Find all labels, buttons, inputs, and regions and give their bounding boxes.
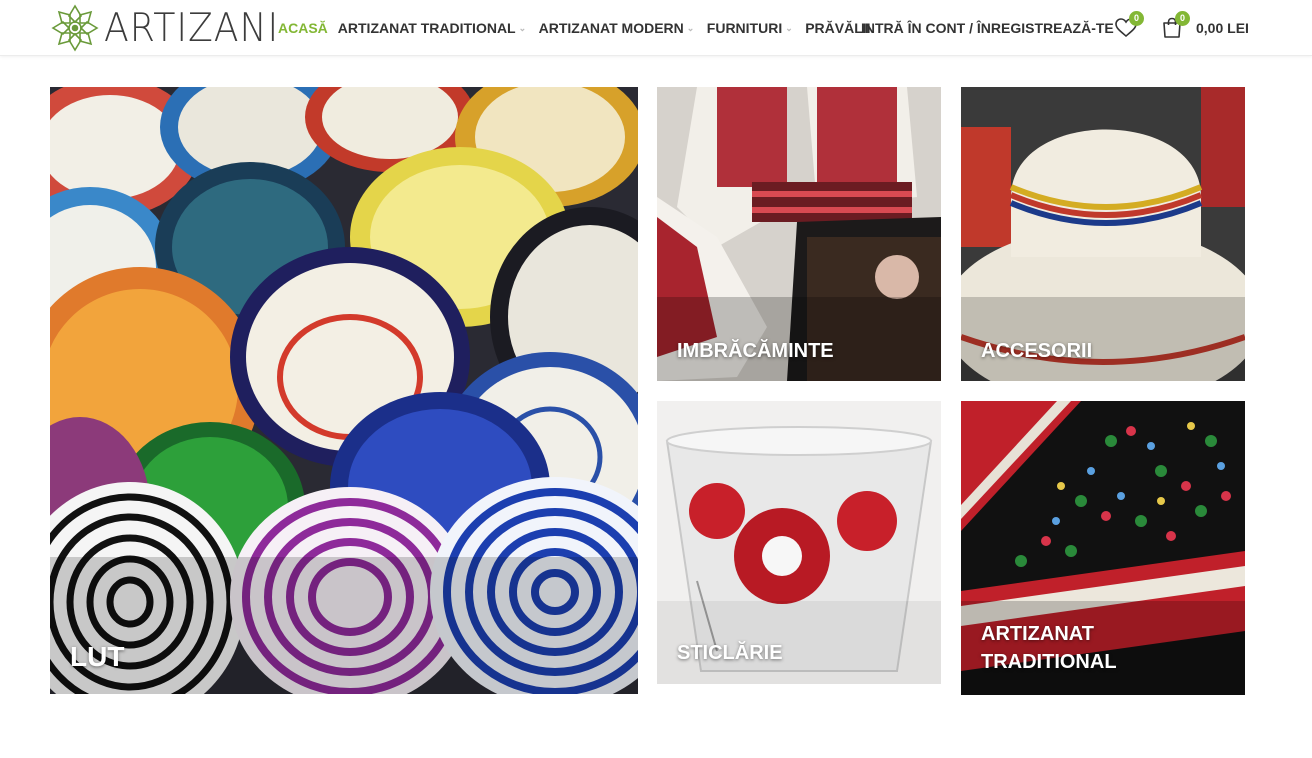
chevron-down-icon: ⌄: [686, 22, 695, 33]
nav-item-label: ARTIZANAT TRADITIONAL: [337, 20, 516, 36]
category-label-imbracaminte: IMBRĂCĂMINTE: [677, 340, 834, 362]
category-label-sticlarie: STICLĂRIE: [677, 642, 783, 664]
mandala-logo-icon: [51, 4, 99, 52]
main-nav: ACASĂ ARTIZANAT TRADITIONAL ⌄ ARTIZANAT …: [278, 0, 871, 56]
cart-button[interactable]: 0: [1160, 11, 1190, 40]
nav-item-acasa[interactable]: ACASĂ: [278, 20, 328, 36]
wishlist-count-badge: 0: [1129, 11, 1144, 26]
wishlist-button[interactable]: 0: [1114, 11, 1144, 40]
category-label-artizanat-traditional: ARTIZANAT TRADITIONAL: [981, 623, 1117, 673]
category-tile-sticlarie[interactable]: STICLĂRIE: [657, 401, 941, 684]
chevron-down-icon: ⌄: [785, 22, 793, 33]
account-login-link[interactable]: INTRĂ ÎN CONT / ÎNREGISTREAZĂ-TE: [861, 0, 1114, 56]
nav-item-furnituri[interactable]: FURNITURI ⌄: [707, 20, 795, 36]
ceramic-bowls-image: [50, 87, 638, 694]
nav-item-artizanat-traditional[interactable]: ARTIZANAT TRADITIONAL ⌄: [338, 20, 529, 36]
site-logo[interactable]: ARTIZANI: [50, 3, 292, 53]
nav-item-label: ACASĂ: [278, 20, 328, 36]
nav-item-label: FURNITURI: [706, 20, 783, 36]
site-header: ARTIZANI ACASĂ ARTIZANAT TRADITIONAL ⌄ A…: [0, 0, 1312, 56]
cart-count-badge: 0: [1175, 11, 1190, 26]
category-tile-artizanat-traditional[interactable]: ARTIZANAT TRADITIONAL: [961, 401, 1245, 695]
category-tile-accesorii[interactable]: ACCESORII: [961, 87, 1245, 381]
category-tile-lut[interactable]: LUT: [50, 87, 638, 694]
category-tile-imbracaminte[interactable]: IMBRĂCĂMINTE: [657, 87, 941, 381]
category-label-accesorii: ACCESORII: [981, 340, 1093, 362]
chevron-down-icon: ⌄: [518, 22, 527, 33]
cart-total-amount: 0,00 LEI: [1196, 20, 1249, 36]
category-label-lut: LUT: [70, 641, 125, 672]
nav-item-label: ARTIZANAT MODERN: [538, 20, 684, 36]
account-link-label: INTRĂ ÎN CONT / ÎNREGISTREAZĂ-TE: [861, 20, 1114, 36]
nav-item-artizanat-modern[interactable]: ARTIZANAT MODERN ⌄: [539, 20, 697, 36]
cart-total[interactable]: 0,00 LEI: [1196, 0, 1249, 56]
logo-text: ARTIZANI: [104, 5, 280, 51]
